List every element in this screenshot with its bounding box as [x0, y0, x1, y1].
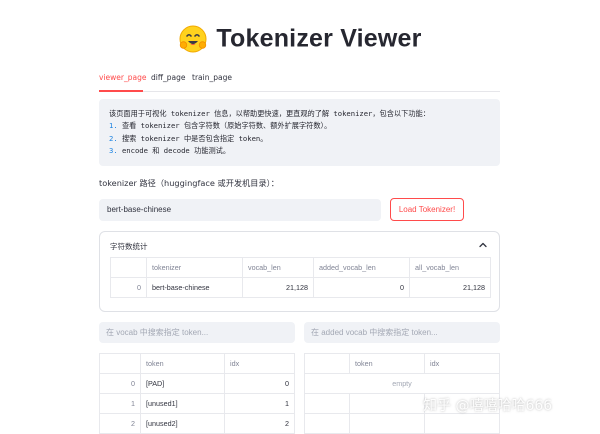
column-header[interactable]: token — [140, 353, 225, 374]
row-index: 1 — [99, 393, 141, 414]
tab-diff-page[interactable]: diff_page — [151, 73, 186, 82]
cell-vocab-len: 21,128 — [242, 277, 314, 298]
cell-token: [PAD] — [140, 373, 225, 394]
table-row: empty — [304, 373, 500, 394]
index-header — [110, 257, 147, 278]
cell-idx: 2 — [224, 413, 295, 434]
table-row: 1 [unused1] 1 — [99, 393, 295, 414]
column-header[interactable]: idx — [224, 353, 295, 374]
stats-table: tokenizer vocab_len added_vocab_len all_… — [110, 257, 491, 298]
info-item-number: 3. — [109, 145, 118, 155]
empty-cell — [349, 393, 425, 414]
info-item-text: 搜索 tokenizer 中是否包含指定 token。 — [121, 133, 268, 143]
index-header — [99, 353, 141, 374]
vocab-table: token idx 0 [PAD] 0 1 [unused1] 1 2 [unu… — [99, 353, 295, 434]
column-header[interactable]: vocab_len — [242, 257, 314, 278]
column-header[interactable]: all_vocab_len — [409, 257, 491, 278]
load-tokenizer-button[interactable]: Load Tokenizer! — [390, 198, 464, 221]
hugging-face-emoji-icon — [179, 25, 207, 53]
table-header-row: token idx — [304, 353, 500, 374]
tab-viewer-page[interactable]: viewer_page — [99, 73, 146, 82]
row-index: 2 — [99, 413, 141, 434]
empty-cell — [304, 413, 350, 434]
cell-added-vocab-len: 0 — [313, 277, 410, 298]
column-header[interactable]: idx — [424, 353, 500, 374]
chevron-up-icon[interactable] — [478, 240, 488, 250]
empty-table-label: empty — [304, 373, 500, 394]
page-title: Tokenizer Viewer — [0, 24, 600, 54]
watermark: 知乎 @嘻嘻哈哈666 — [423, 398, 553, 414]
stats-expander: 字符数统计 tokenizer vocab_len added_vocab_le… — [99, 231, 500, 312]
cell-tokenizer: bert-base-chinese — [146, 277, 243, 298]
info-item: 2. 搜索 tokenizer 中是否包含指定 token。 — [109, 133, 490, 145]
cell-token: [unused1] — [140, 393, 225, 414]
tokenizer-path-input[interactable]: bert-base-chinese — [99, 199, 381, 221]
row-index: 0 — [99, 373, 141, 394]
info-intro: 该页面用于可视化 tokenizer 信息，以帮助更快速，更直观的了解 toke… — [109, 109, 430, 118]
tokenizer-path-label: tokenizer 路径（huggingface 或开发机目录）： — [99, 178, 279, 188]
vocab-search-input[interactable]: 在 vocab 中搜索指定 token... — [99, 322, 295, 343]
info-item: 3. encode 和 decode 功能测试。 — [109, 145, 490, 157]
info-box: 该页面用于可视化 tokenizer 信息，以帮助更快速，更直观的了解 toke… — [99, 99, 500, 166]
info-item-text: 查看 tokenizer 包含字符数（原始字符数、额外扩展字符数）。 — [121, 121, 332, 131]
tab-train-page[interactable]: train_page — [192, 73, 232, 82]
cell-idx: 0 — [224, 373, 295, 394]
table-row — [304, 413, 500, 434]
info-item-text: encode 和 decode 功能测试。 — [121, 145, 231, 155]
cell-all-vocab-len: 21,128 — [409, 277, 491, 298]
empty-cell — [424, 413, 500, 434]
index-header — [304, 353, 350, 374]
page-title-text: Tokenizer Viewer — [216, 24, 422, 53]
column-header[interactable]: tokenizer — [146, 257, 243, 278]
added-vocab-table: token idx empty — [304, 353, 500, 434]
row-index: 0 — [110, 277, 147, 298]
column-header[interactable]: token — [349, 353, 425, 374]
table-row: 0 [PAD] 0 — [99, 373, 295, 394]
info-item-number: 1. — [109, 121, 118, 131]
stats-expander-header[interactable]: 字符数统计 — [110, 241, 148, 252]
tab-bar: viewer_page diff_page train_page — [99, 68, 500, 92]
table-header-row: token idx — [99, 353, 295, 374]
info-item: 1. 查看 tokenizer 包含字符数（原始字符数、额外扩展字符数）。 — [109, 120, 490, 132]
table-row: 2 [unused2] 2 — [99, 413, 295, 434]
column-header[interactable]: added_vocab_len — [313, 257, 410, 278]
table-row: 0 bert-base-chinese 21,128 0 21,128 — [110, 277, 491, 298]
table-header-row: tokenizer vocab_len added_vocab_len all_… — [110, 257, 491, 278]
empty-cell — [349, 413, 425, 434]
info-item-number: 2. — [109, 133, 118, 143]
empty-cell — [304, 393, 350, 414]
cell-token: [unused2] — [140, 413, 225, 434]
cell-idx: 1 — [224, 393, 295, 414]
added-vocab-search-input[interactable]: 在 added vocab 中搜索指定 token... — [304, 322, 500, 343]
active-tab-indicator — [99, 90, 143, 92]
